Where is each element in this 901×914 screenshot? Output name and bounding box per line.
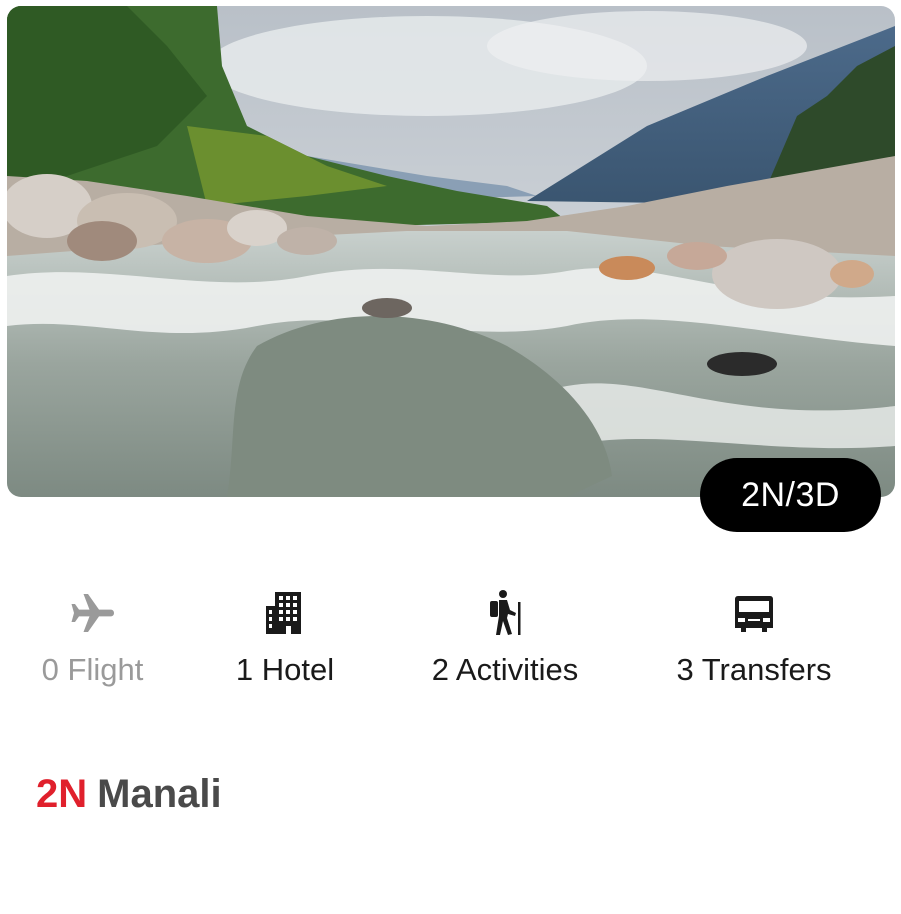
feature-hotel: 1 Hotel [218,588,352,698]
feature-flight: 0 Flight [25,588,160,698]
hotel-building-icon [218,588,352,638]
feature-label: 2 Activities [431,652,579,687]
destination-heading: 2N Manali [36,772,222,817]
destination-city: Manali [97,772,222,816]
feature-activities: 2 Activities [412,588,598,698]
river-landscape-image [7,6,895,497]
duration-badge: 2N/3D [700,458,881,532]
hiker-icon [412,588,598,638]
destination-nights: 2N [36,772,88,816]
feature-label: 0 Flight [41,652,144,687]
hero-image[interactable] [7,6,895,497]
feature-label: 1 Hotel [235,652,335,687]
feature-label: 3 Transfers [676,652,832,687]
airplane-icon [25,588,160,638]
car-icon [662,588,846,638]
feature-transfers: 3 Transfers [662,588,846,698]
package-features: 0 Flight 1 Hotel 2 Activities 3 Transfer… [0,588,901,698]
